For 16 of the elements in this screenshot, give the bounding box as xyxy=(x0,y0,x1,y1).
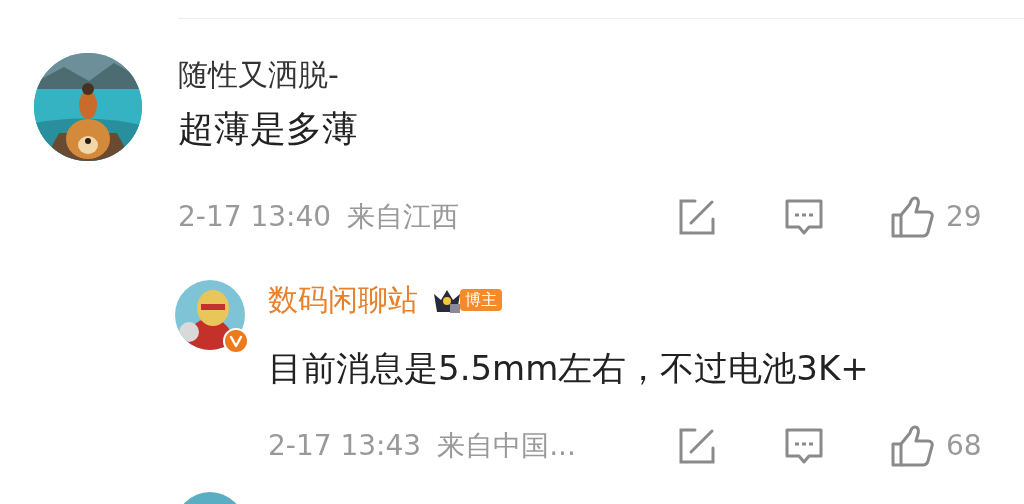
reply-text: 目前消息是5.5mm左右，不过电池3K+ xyxy=(268,348,870,388)
comment-time: 2-17 13:40 xyxy=(178,199,332,235)
thumbs-up-icon[interactable] xyxy=(890,195,934,239)
comment-icon[interactable] xyxy=(784,197,824,237)
comment-text: 超薄是多薄 xyxy=(178,107,359,151)
share-icon[interactable] xyxy=(678,198,716,236)
share-icon[interactable] xyxy=(678,427,716,465)
author-name[interactable]: 随性又洒脱- xyxy=(178,57,990,93)
comment-location: 来自中国... xyxy=(437,428,576,464)
comment-icon[interactable] xyxy=(784,426,824,466)
blogger-badge: 博主 xyxy=(460,289,502,311)
comment-location: 来自江西 xyxy=(347,199,460,235)
comment-time: 2-17 13:43 xyxy=(268,428,422,464)
like-count: 29 xyxy=(946,199,983,235)
like-count: 68 xyxy=(946,428,983,464)
thumbs-up-icon[interactable] xyxy=(890,424,934,468)
